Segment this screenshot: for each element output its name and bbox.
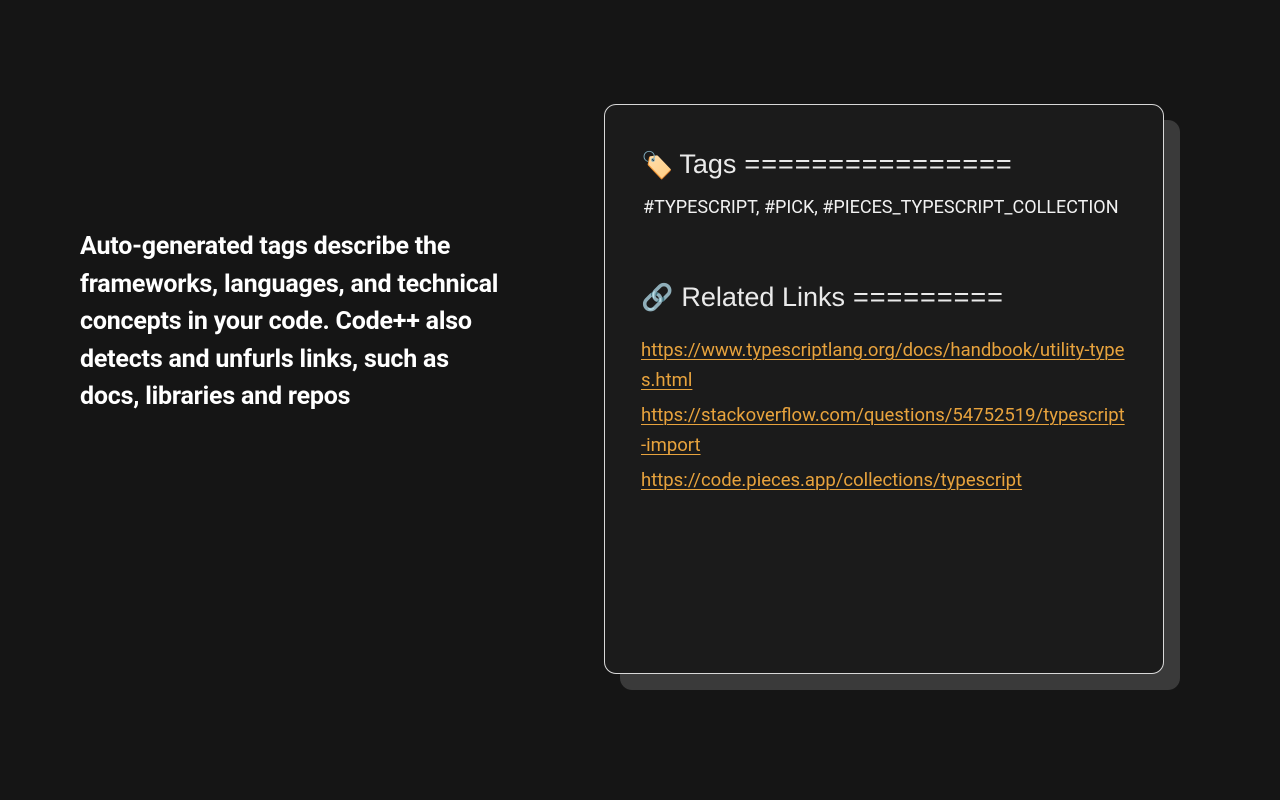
related-link[interactable]: https://www.typescriptlang.org/docs/hand… [641, 335, 1127, 396]
info-card: 🏷️ Tags ================ #TYPESCRIPT, #P… [604, 104, 1164, 674]
related-link[interactable]: https://code.pieces.app/collections/type… [641, 465, 1127, 496]
links-header-fill: ========= [853, 282, 1004, 313]
feature-description: Auto-generated tags describe the framewo… [80, 228, 500, 416]
tag-icon: 🏷️ [641, 152, 673, 178]
links-section-header: 🔗 Related Links ========= [641, 282, 1127, 313]
tags-section-header: 🏷️ Tags ================ [641, 149, 1127, 180]
link-icon: 🔗 [641, 284, 673, 310]
related-link[interactable]: https://stackoverflow.com/questions/5475… [641, 400, 1127, 461]
tags-title: Tags [679, 149, 736, 180]
tags-list: #TYPESCRIPT, #PICK, #PIECES_TYPESCRIPT_C… [643, 194, 1127, 222]
tags-header-fill: ================ [744, 149, 1012, 180]
links-title: Related Links [681, 282, 845, 313]
links-list: https://www.typescriptlang.org/docs/hand… [641, 335, 1127, 496]
